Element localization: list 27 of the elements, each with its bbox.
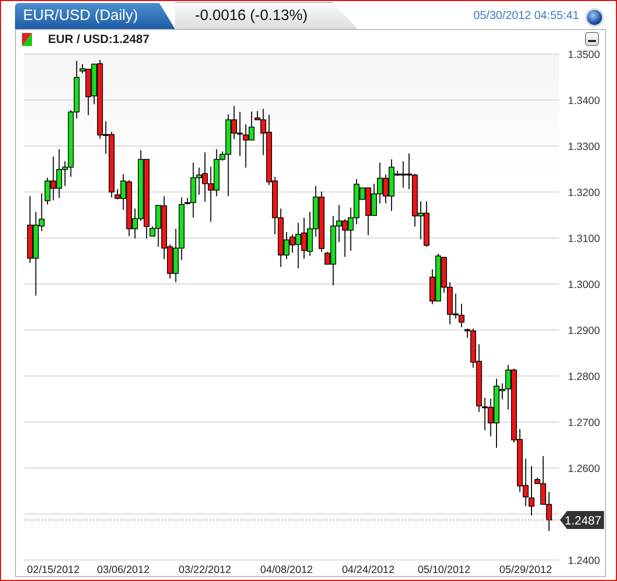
instrument-price: EUR / USD:1.2487 [48,31,150,48]
y-axis-label: 1.2400 [568,555,600,567]
instrument-color-icon [22,32,32,46]
timestamp: 05/30/2012 04:55:41 [473,8,579,24]
x-axis-label: 04/24/2012 [342,564,394,576]
y-axis-label: 1.3200 [568,187,600,199]
x-axis-label: 04/08/2012 [260,564,313,576]
y-axis-label: 1.3500 [568,49,600,61]
y-axis-label: 1.3100 [568,233,600,245]
ref-line-label: 1.2487 [564,513,602,528]
y-axis-label: 1.3000 [568,279,600,291]
y-axis-label: 1.3400 [568,95,600,107]
x-axis-label: 03/06/2012 [97,564,150,576]
y-axis-label: 1.2600 [568,463,600,475]
globe-icon[interactable] [587,10,602,25]
y-axis-label: 1.3300 [568,141,600,153]
minimize-button[interactable] [585,32,599,46]
x-axis-label: 05/29/2012 [499,564,552,576]
current-price-tag: 1.2487 [560,510,604,529]
price-change: -0.0016 (-0.13%) [175,2,358,29]
x-axis-label: 02/15/2012 [27,564,80,576]
y-axis-label: 1.2900 [568,325,600,337]
x-axis-label: 05/10/2012 [418,564,470,576]
chart-title-tab[interactable]: EUR/USD (Daily) [15,2,175,29]
y-axis-label: 1.2700 [568,417,600,429]
y-axis-label: 1.2800 [568,371,600,383]
x-axis-label: 03/22/2012 [178,564,232,576]
